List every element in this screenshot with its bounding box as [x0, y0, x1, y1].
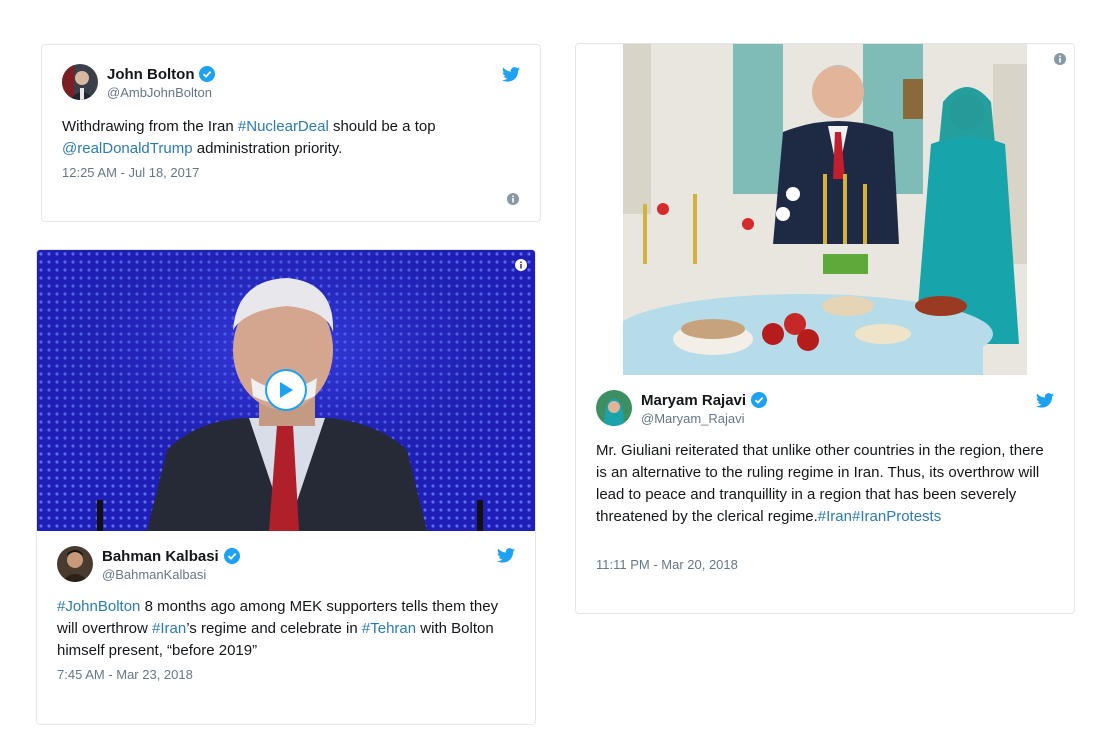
play-button[interactable] — [267, 371, 305, 409]
tweet-timestamp[interactable]: 12:25 AM - Jul 18, 2017 — [62, 165, 199, 180]
info-icon[interactable] — [515, 259, 527, 271]
avatar[interactable] — [62, 64, 98, 100]
tweet-text: Withdrawing from the Iran #NuclearDeal s… — [62, 118, 436, 157]
tweet-photo[interactable] — [623, 44, 1027, 375]
hashtag-link[interactable]: #JohnBolton — [57, 598, 140, 615]
author-name[interactable]: Bahman Kalbasi — [102, 548, 219, 565]
mention-link[interactable]: @realDonaldTrump — [62, 140, 193, 157]
hashtag-link[interactable]: #IranProtests — [852, 508, 941, 525]
tweet-header: Bahman Kalbasi @BahmanKalbasi — [57, 546, 240, 582]
hashtag-link[interactable]: #Iran — [152, 620, 186, 637]
author-name[interactable]: Maryam Rajavi — [641, 392, 746, 409]
tweet-card-maryam-rajavi[interactable]: Maryam Rajavi @Maryam_Rajavi Mr. Giulian… — [575, 43, 1075, 614]
twitter-bird-icon[interactable] — [1036, 393, 1054, 408]
tweet-header: John Bolton @AmbJohnBolton — [62, 64, 216, 100]
hashtag-link[interactable]: #NuclearDeal — [238, 118, 329, 135]
tweet-card-john-bolton[interactable]: John Bolton @AmbJohnBolton Withdrawing f… — [41, 44, 541, 222]
twitter-bird-icon[interactable] — [502, 67, 520, 82]
author-handle[interactable]: @Maryam_Rajavi — [641, 411, 767, 426]
verified-badge-icon — [199, 66, 216, 82]
avatar[interactable] — [596, 390, 632, 426]
tweet-header: Maryam Rajavi @Maryam_Rajavi — [596, 390, 768, 426]
tweet-card-bahman-kalbasi[interactable]: Bahman Kalbasi @BahmanKalbasi #JohnBolto… — [36, 249, 536, 725]
video-thumbnail[interactable] — [37, 250, 535, 531]
avatar[interactable] — [57, 546, 93, 582]
info-icon[interactable] — [507, 193, 519, 205]
hashtag-link[interactable]: #Tehran — [362, 620, 416, 637]
author-handle[interactable]: @BahmanKalbasi — [102, 567, 240, 582]
info-icon[interactable] — [1054, 53, 1066, 65]
play-icon — [280, 382, 293, 398]
tweet-text: Mr. Giuliani reiterated that unlike othe… — [596, 442, 1044, 525]
verified-badge-icon — [223, 548, 240, 564]
tweet-text: #JohnBolton 8 months ago among MEK suppo… — [57, 598, 499, 659]
twitter-bird-icon[interactable] — [497, 548, 515, 563]
tweet-timestamp[interactable]: 7:45 AM - Mar 23, 2018 — [57, 667, 193, 682]
tweet-timestamp[interactable]: 11:11 PM - Mar 20, 2018 — [596, 557, 738, 572]
author-handle[interactable]: @AmbJohnBolton — [107, 85, 215, 100]
hashtag-link[interactable]: #Iran — [818, 508, 852, 525]
photo — [623, 44, 1027, 375]
author-name[interactable]: John Bolton — [107, 66, 194, 83]
verified-badge-icon — [751, 392, 768, 408]
